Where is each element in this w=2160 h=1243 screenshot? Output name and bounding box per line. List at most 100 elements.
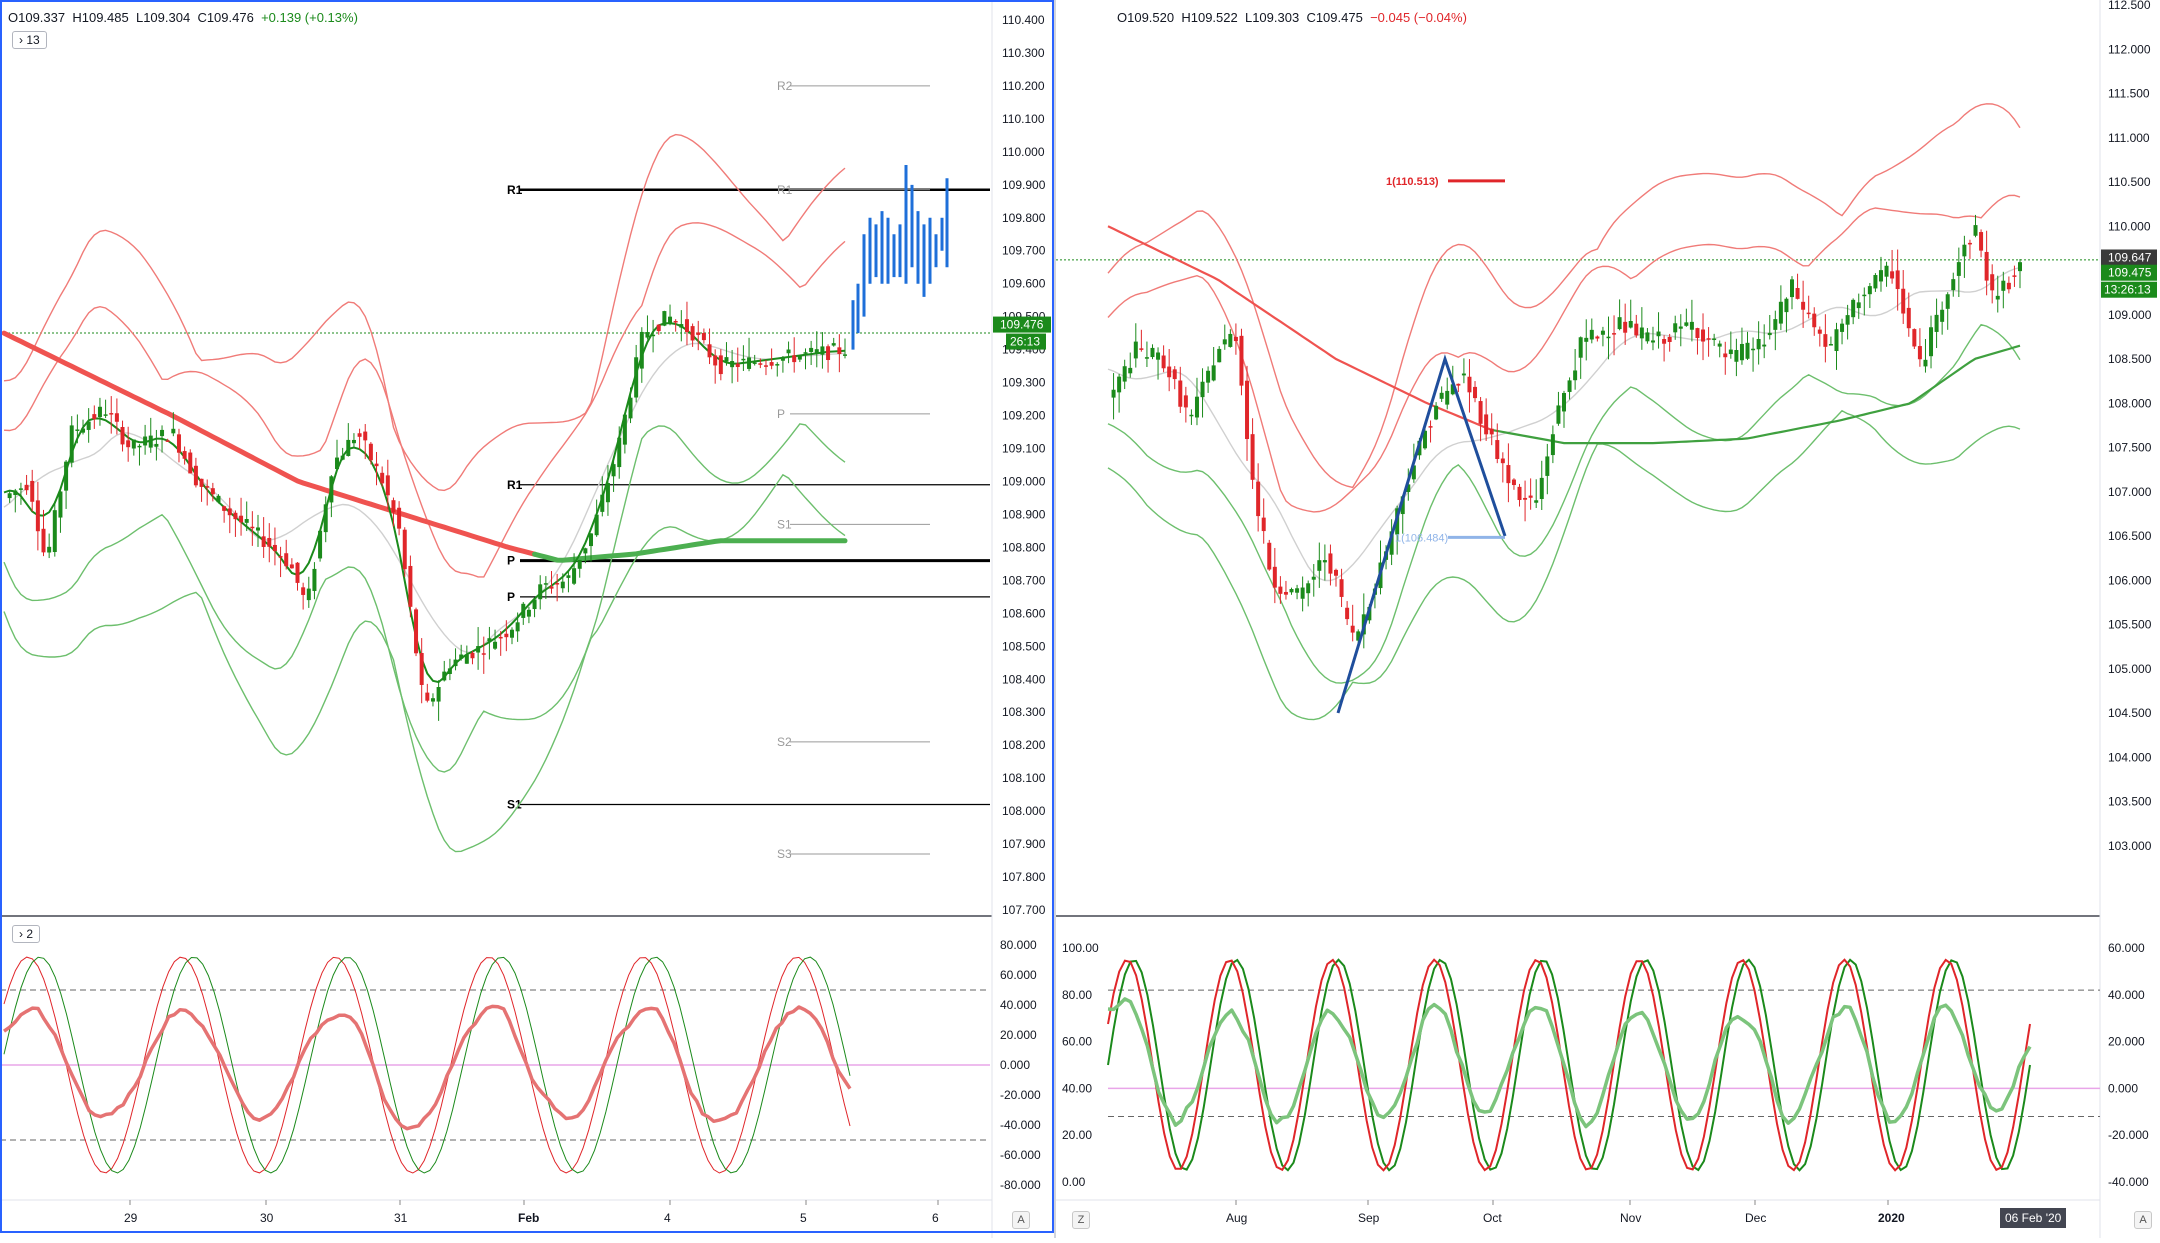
- left-price-tick-11: 109.300: [1002, 376, 1046, 390]
- oscillator-toggle-button[interactable]: › 2: [12, 925, 41, 943]
- left-price-tick-0: 110.400: [1002, 13, 1045, 27]
- right-candle-body-25: [1245, 380, 1250, 440]
- left-candle-body-144: [814, 349, 819, 354]
- right-candle-body-115: [1745, 342, 1750, 359]
- right-candle-body-58: [1428, 426, 1433, 428]
- left-auto-scale-button[interactable]: A: [1012, 1211, 1030, 1229]
- right-time-tick-5: 2020: [1878, 1211, 1905, 1225]
- right-auto-scale-button[interactable]: A: [2134, 1211, 2152, 1229]
- right-candle-body-41: [1334, 569, 1338, 576]
- right-candle-body-162: [2006, 282, 2011, 290]
- right-candle-body-156: [1973, 225, 1978, 236]
- right-candle-body-84: [1573, 370, 1578, 381]
- right-candle-body-88: [1595, 336, 1600, 339]
- left-candle-body-136: [769, 362, 774, 366]
- left-price-tick-23: 108.100: [1002, 771, 1046, 785]
- left-price-tick-19: 108.500: [1002, 639, 1046, 653]
- right-candle-body-141: [1890, 271, 1895, 279]
- fib-label-0: 1(106.484): [1395, 532, 1448, 544]
- right-candle-body-73: [1511, 479, 1516, 486]
- right-candle-body-144: [1906, 307, 1911, 329]
- right-candle-body-150: [1940, 309, 1945, 322]
- left-candle-body-80: [453, 659, 458, 667]
- right-candle-body-20: [1217, 348, 1222, 363]
- oscillator-count: 2: [26, 927, 34, 941]
- left-candle-body-11: [64, 461, 69, 491]
- studies-toggle-button[interactable]: › 13: [12, 31, 47, 49]
- right-candle-body-122: [1784, 298, 1789, 313]
- right-candle-body-36: [1306, 583, 1311, 594]
- left-price-tick-12: 109.200: [1002, 409, 1046, 423]
- right-candle-body-95: [1634, 323, 1639, 336]
- left-candle-body-112: [634, 357, 639, 398]
- right-candle-body-69: [1489, 428, 1494, 435]
- right-candle-body-130: [1828, 344, 1833, 346]
- right-candle-body-72: [1506, 465, 1511, 484]
- left-price-tick-7: 109.700: [1002, 244, 1046, 258]
- left-high: H109.485: [72, 10, 129, 25]
- right-candle-body-97: [1645, 332, 1650, 342]
- left-candle-body-28: [160, 429, 165, 437]
- left-time-axis: 29 30 31 Feb 4 5 6: [124, 1200, 939, 1225]
- right-candle-body-140: [1884, 265, 1889, 277]
- left-candle-body-124: [701, 333, 706, 341]
- zoom-button[interactable]: Z: [1072, 1211, 1090, 1229]
- chart-canvas[interactable]: 110.400 110.300 110.200 110.100 110.000 109.9…: [0, 0, 2160, 1238]
- left-candle-body-4: [24, 484, 29, 491]
- left-candle-body-34: [193, 465, 198, 486]
- left-price-axis: 110.400 110.300 110.200 110.100 110.000 109.9…: [1002, 13, 1046, 917]
- left-candle-body-146: [826, 346, 831, 360]
- left-candle-body-48: [272, 544, 277, 552]
- right-price-axis: 112.500 112.000 111.500 111.000 110.500 110.0…: [2108, 0, 2152, 853]
- left-candle-body-149: [843, 354, 847, 356]
- left-time-tick-3: Feb: [518, 1211, 539, 1225]
- right-candle-body-127: [1812, 313, 1817, 328]
- left-price-tick-1: 110.300: [1002, 46, 1045, 60]
- left-time-tick-1: 30: [260, 1211, 274, 1225]
- pivot-label-1: R1: [507, 183, 523, 197]
- right-candle-body-4: [1128, 367, 1133, 374]
- left-price-tick-16: 108.800: [1002, 540, 1046, 554]
- left-candle-body-102: [577, 559, 582, 569]
- right-candle-body-147: [1923, 359, 1928, 367]
- right-candle-body-159: [1990, 274, 1995, 291]
- right-candle-body-85: [1578, 337, 1583, 358]
- right-candle-body-92: [1617, 317, 1622, 330]
- right-osc-right-tick-3: 0.000: [2108, 1081, 2138, 1095]
- right-date-tag-label: 06 Feb '20: [2005, 1211, 2062, 1225]
- left-candle-body-86: [487, 638, 492, 642]
- right-candle-body-77: [1534, 500, 1539, 503]
- right-price-tick-1: 112.000: [2108, 42, 2151, 56]
- left-candle-body-9: [52, 510, 57, 553]
- left-time-tick-6: 6: [932, 1211, 939, 1225]
- auto-label: A: [1017, 1214, 1025, 1226]
- right-candle-body-38: [1317, 560, 1322, 571]
- pivot-label-4: R1: [507, 478, 523, 492]
- right-candle-body-40: [1328, 553, 1333, 574]
- right-candle-body-136: [1862, 294, 1867, 297]
- right-time-tick-0: Aug: [1226, 1211, 1247, 1225]
- left-candle-body-95: [538, 584, 543, 600]
- pivot-label-3: P: [777, 407, 785, 421]
- pivot-label-7: P: [507, 590, 515, 604]
- left-time-tick-0: 29: [124, 1211, 138, 1225]
- pivot-label-8: S2: [777, 735, 792, 749]
- right-candle-body-163: [2012, 275, 2017, 277]
- chart-workspace[interactable]: 110.400 110.300 110.200 110.100 110.000 109.9…: [0, 0, 2160, 1238]
- right-candle-body-35: [1300, 587, 1305, 599]
- right-candle-body-149: [1934, 314, 1939, 332]
- right-candle-body-26: [1250, 434, 1255, 480]
- left-candle-body-29: [165, 440, 170, 442]
- right-candle-body-151: [1945, 294, 1950, 309]
- right-candle-body-155: [1967, 242, 1972, 245]
- right-candle-body-82: [1562, 392, 1566, 412]
- right-osc-right-axis: 60.000 40.000 20.000 0.000 -20.000 -40.000: [2108, 941, 2149, 1189]
- left-osc-tick-3: 20.000: [1000, 1028, 1037, 1042]
- right-osc-left-tick-2: 60.00: [1062, 1035, 1092, 1049]
- left-candle-body-81: [459, 654, 464, 659]
- right-open: O109.520: [1117, 10, 1175, 25]
- left-candle-body-119: [673, 320, 678, 323]
- left-price-tick-27: 107.700: [1002, 903, 1046, 917]
- right-candle-body-153: [1956, 262, 1961, 276]
- left-price-tick-14: 109.000: [1002, 474, 1046, 488]
